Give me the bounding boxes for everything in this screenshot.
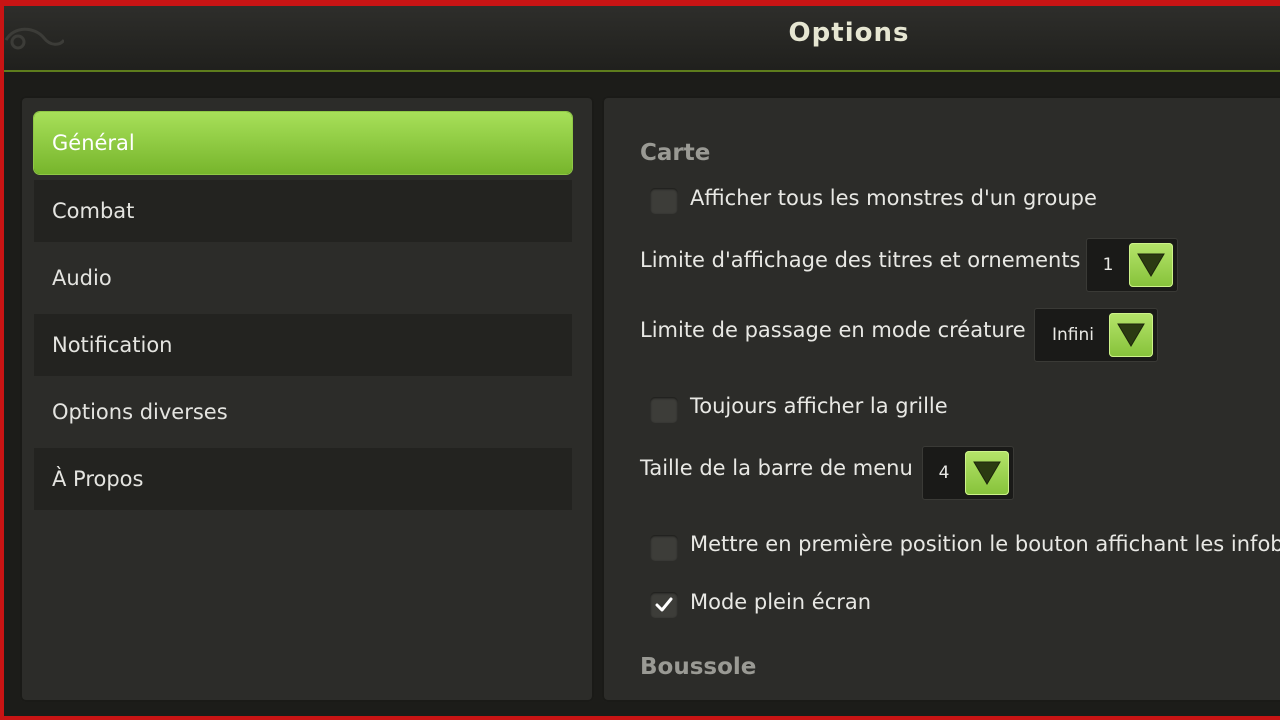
options-window: Options Général Combat Audio Notificatio… (4, 6, 1280, 716)
fullscreen-label: Mode plein écran (690, 590, 872, 614)
triangle-down-icon (1137, 253, 1165, 277)
creature-mode-limit-label: Limite de passage en mode créature (640, 318, 1026, 342)
creature-mode-limit-dropdown-button[interactable] (1109, 313, 1153, 357)
menu-bar-size-label: Taille de la barre de menu (640, 456, 913, 480)
titles-limit-value: 1 (1102, 255, 1114, 275)
section-title-carte: Carte (640, 140, 711, 166)
checkmark-icon (655, 597, 673, 612)
always-grid-label: Toujours afficher la grille (690, 394, 948, 418)
sidebar-item-general[interactable]: Général (34, 112, 572, 174)
sidebar-item-notification[interactable]: Notification (34, 314, 572, 376)
sidebar-item-combat[interactable]: Combat (34, 180, 572, 242)
infobubble-first-checkbox[interactable] (650, 535, 678, 561)
sidebar-item-options-diverses[interactable]: Options diverses (34, 381, 572, 443)
menu-bar-size-dropdown[interactable]: 4 (922, 446, 1014, 500)
menu-bar-size-dropdown-button[interactable] (965, 451, 1009, 495)
titles-limit-dropdown[interactable]: 1 (1086, 238, 1178, 292)
creature-mode-limit-value: Infini (1052, 325, 1094, 345)
infobubble-first-label: Mettre en première position le bouton af… (690, 532, 1280, 556)
titles-limit-dropdown-button[interactable] (1129, 243, 1173, 287)
section-title-boussole: Boussole (640, 654, 757, 680)
menu-bar-size-value: 4 (938, 463, 950, 483)
triangle-down-icon (1117, 323, 1145, 347)
triangle-down-icon (973, 461, 1001, 485)
window-title: Options (788, 18, 910, 48)
sidebar-item-a-propos[interactable]: À Propos (34, 448, 572, 510)
titles-limit-label: Limite d'affichage des titres et ornemen… (640, 248, 1081, 272)
always-grid-checkbox[interactable] (650, 397, 678, 423)
show-all-monsters-label: Afficher tous les monstres d'un groupe (690, 186, 1097, 210)
creature-mode-limit-dropdown[interactable]: Infini (1034, 308, 1158, 362)
settings-panel: Carte Afficher tous les monstres d'un gr… (602, 96, 1280, 702)
show-all-monsters-checkbox[interactable] (650, 188, 678, 214)
sidebar-item-audio[interactable]: Audio (34, 247, 572, 309)
sidebar: Général Combat Audio Notification Option… (20, 96, 594, 702)
fullscreen-checkbox[interactable] (650, 592, 678, 618)
title-bar: Options (4, 6, 1280, 72)
